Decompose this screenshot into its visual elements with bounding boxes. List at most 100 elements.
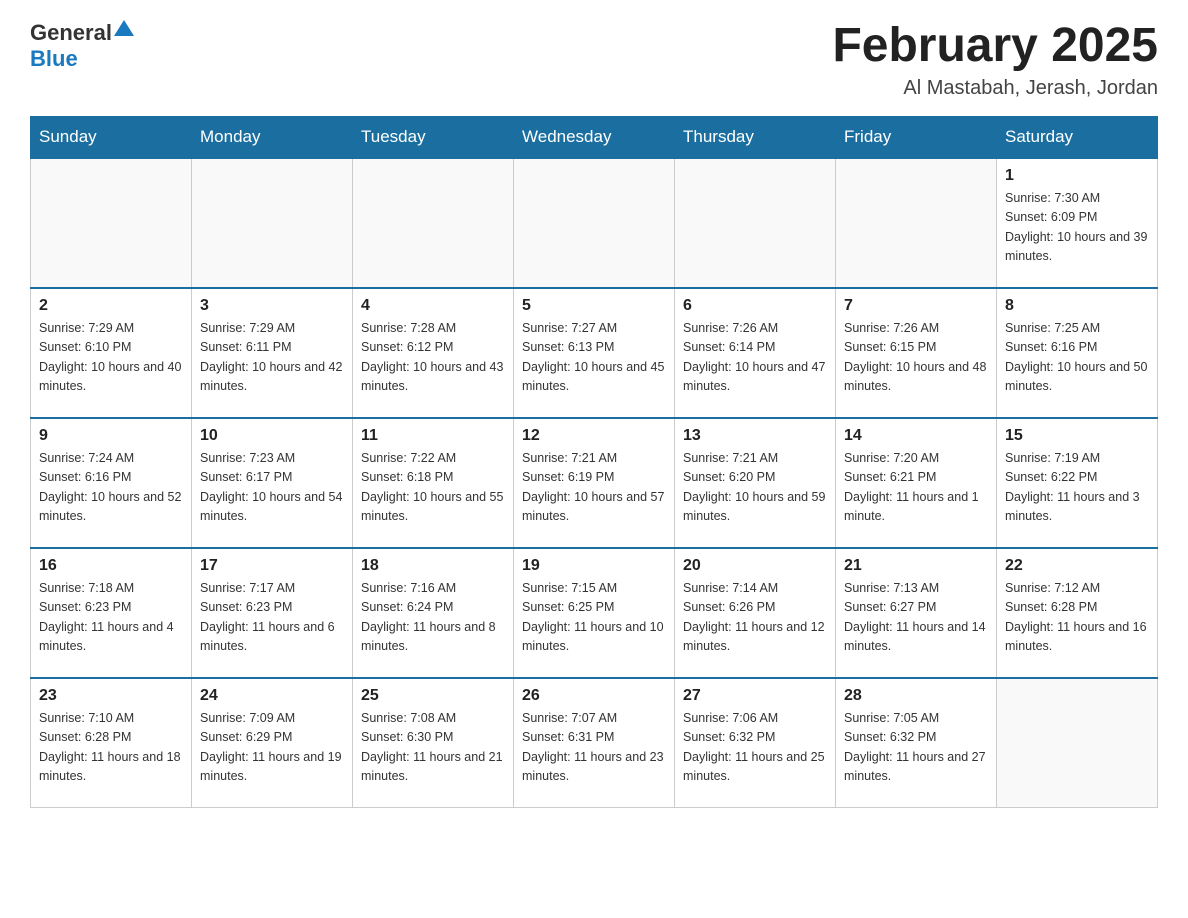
day-info: Sunrise: 7:26 AM Sunset: 6:14 PM Dayligh… [683,319,827,397]
day-info: Sunrise: 7:21 AM Sunset: 6:19 PM Dayligh… [522,449,666,527]
calendar-cell: 12 Sunrise: 7:21 AM Sunset: 6:19 PM Dayli… [514,418,675,548]
day-info: Sunrise: 7:13 AM Sunset: 6:27 PM Dayligh… [844,579,988,657]
col-header-thursday: Thursday [675,116,836,158]
logo-arrow-icon [114,18,134,43]
day-number: 9 [39,427,183,445]
calendar-cell: 17 Sunrise: 7:17 AM Sunset: 6:23 PM Dayli… [192,548,353,678]
day-number: 7 [844,297,988,315]
day-number: 5 [522,297,666,315]
title-block: February 2025 Al Mastabah, Jerash, Jorda… [832,20,1158,100]
day-info: Sunrise: 7:12 AM Sunset: 6:28 PM Dayligh… [1005,579,1149,657]
day-number: 1 [1005,167,1149,185]
day-number: 24 [200,687,344,705]
calendar-cell: 7Sunrise: 7:26 AM Sunset: 6:15 PM Daylig… [836,288,997,418]
calendar-cell: 21 Sunrise: 7:13 AM Sunset: 6:27 PM Dayli… [836,548,997,678]
calendar-cell: 26 Sunrise: 7:07 AM Sunset: 6:31 PM Dayli… [514,678,675,808]
day-number: 11 [361,427,505,445]
day-number: 18 [361,557,505,575]
day-info: Sunrise: 7:10 AM Sunset: 6:28 PM Dayligh… [39,709,183,787]
day-number: 8 [1005,297,1149,315]
day-number: 14 [844,427,988,445]
day-info: Sunrise: 7:15 AM Sunset: 6:25 PM Dayligh… [522,579,666,657]
day-number: 15 [1005,427,1149,445]
page-header: General Blue February 2025 Al Mastabah, … [30,20,1158,100]
day-info: Sunrise: 7:20 AM Sunset: 6:21 PM Dayligh… [844,449,988,527]
calendar-cell [836,158,997,288]
calendar-cell: 27 Sunrise: 7:06 AM Sunset: 6:32 PM Dayli… [675,678,836,808]
day-info: Sunrise: 7:23 AM Sunset: 6:17 PM Dayligh… [200,449,344,527]
day-info: Sunrise: 7:30 AM Sunset: 6:09 PM Dayligh… [1005,189,1149,267]
day-info: Sunrise: 7:06 AM Sunset: 6:32 PM Dayligh… [683,709,827,787]
col-header-sunday: Sunday [31,116,192,158]
day-info: Sunrise: 7:24 AM Sunset: 6:16 PM Dayligh… [39,449,183,527]
calendar-cell: 15 Sunrise: 7:19 AM Sunset: 6:22 PM Dayli… [997,418,1158,548]
day-info: Sunrise: 7:29 AM Sunset: 6:11 PM Dayligh… [200,319,344,397]
day-info: Sunrise: 7:28 AM Sunset: 6:12 PM Dayligh… [361,319,505,397]
day-info: Sunrise: 7:09 AM Sunset: 6:29 PM Dayligh… [200,709,344,787]
day-info: Sunrise: 7:19 AM Sunset: 6:22 PM Dayligh… [1005,449,1149,527]
calendar-table: SundayMondayTuesdayWednesdayThursdayFrid… [30,116,1158,809]
day-number: 28 [844,687,988,705]
calendar-cell: 2Sunrise: 7:29 AM Sunset: 6:10 PM Daylig… [31,288,192,418]
day-number: 21 [844,557,988,575]
calendar-cell: 11 Sunrise: 7:22 AM Sunset: 6:18 PM Dayli… [353,418,514,548]
calendar-cell: 23 Sunrise: 7:10 AM Sunset: 6:28 PM Dayli… [31,678,192,808]
day-info: Sunrise: 7:22 AM Sunset: 6:18 PM Dayligh… [361,449,505,527]
calendar-cell: 28 Sunrise: 7:05 AM Sunset: 6:32 PM Dayli… [836,678,997,808]
day-number: 25 [361,687,505,705]
logo: General Blue [30,20,134,73]
day-number: 23 [39,687,183,705]
day-number: 26 [522,687,666,705]
calendar-cell [31,158,192,288]
day-info: Sunrise: 7:18 AM Sunset: 6:23 PM Dayligh… [39,579,183,657]
day-info: Sunrise: 7:14 AM Sunset: 6:26 PM Dayligh… [683,579,827,657]
day-info: Sunrise: 7:25 AM Sunset: 6:16 PM Dayligh… [1005,319,1149,397]
day-number: 19 [522,557,666,575]
day-info: Sunrise: 7:21 AM Sunset: 6:20 PM Dayligh… [683,449,827,527]
day-number: 12 [522,427,666,445]
day-info: Sunrise: 7:17 AM Sunset: 6:23 PM Dayligh… [200,579,344,657]
day-info: Sunrise: 7:08 AM Sunset: 6:30 PM Dayligh… [361,709,505,787]
calendar-cell [353,158,514,288]
calendar-cell: 24 Sunrise: 7:09 AM Sunset: 6:29 PM Dayli… [192,678,353,808]
calendar-cell: 22 Sunrise: 7:12 AM Sunset: 6:28 PM Dayli… [997,548,1158,678]
calendar-cell: 16 Sunrise: 7:18 AM Sunset: 6:23 PM Dayli… [31,548,192,678]
day-info: Sunrise: 7:16 AM Sunset: 6:24 PM Dayligh… [361,579,505,657]
day-info: Sunrise: 7:27 AM Sunset: 6:13 PM Dayligh… [522,319,666,397]
col-header-saturday: Saturday [997,116,1158,158]
day-number: 16 [39,557,183,575]
calendar-cell: 9 Sunrise: 7:24 AM Sunset: 6:16 PM Daylig… [31,418,192,548]
calendar-cell [514,158,675,288]
calendar-cell: 14 Sunrise: 7:20 AM Sunset: 6:21 PM Dayli… [836,418,997,548]
calendar-subtitle: Al Mastabah, Jerash, Jordan [832,77,1158,100]
day-number: 2 [39,297,183,315]
calendar-cell: 13 Sunrise: 7:21 AM Sunset: 6:20 PM Dayli… [675,418,836,548]
calendar-cell: 5 Sunrise: 7:27 AM Sunset: 6:13 PM Daylig… [514,288,675,418]
calendar-cell: 25 Sunrise: 7:08 AM Sunset: 6:30 PM Dayli… [353,678,514,808]
day-number: 17 [200,557,344,575]
col-header-tuesday: Tuesday [353,116,514,158]
day-number: 6 [683,297,827,315]
day-number: 10 [200,427,344,445]
day-info: Sunrise: 7:05 AM Sunset: 6:32 PM Dayligh… [844,709,988,787]
col-header-wednesday: Wednesday [514,116,675,158]
col-header-friday: Friday [836,116,997,158]
calendar-cell [997,678,1158,808]
calendar-cell: 20 Sunrise: 7:14 AM Sunset: 6:26 PM Dayli… [675,548,836,678]
day-number: 13 [683,427,827,445]
day-number: 27 [683,687,827,705]
logo-blue: Blue [30,46,78,71]
logo-general: General [30,20,112,46]
calendar-cell: 10 Sunrise: 7:23 AM Sunset: 6:17 PM Dayli… [192,418,353,548]
calendar-cell: 3 Sunrise: 7:29 AM Sunset: 6:11 PM Daylig… [192,288,353,418]
day-number: 4 [361,297,505,315]
col-header-monday: Monday [192,116,353,158]
day-number: 3 [200,297,344,315]
day-number: 22 [1005,557,1149,575]
calendar-cell: 18 Sunrise: 7:16 AM Sunset: 6:24 PM Dayli… [353,548,514,678]
day-number: 20 [683,557,827,575]
calendar-cell [675,158,836,288]
day-info: Sunrise: 7:07 AM Sunset: 6:31 PM Dayligh… [522,709,666,787]
calendar-cell: 19 Sunrise: 7:15 AM Sunset: 6:25 PM Dayli… [514,548,675,678]
calendar-cell: 4 Sunrise: 7:28 AM Sunset: 6:12 PM Daylig… [353,288,514,418]
